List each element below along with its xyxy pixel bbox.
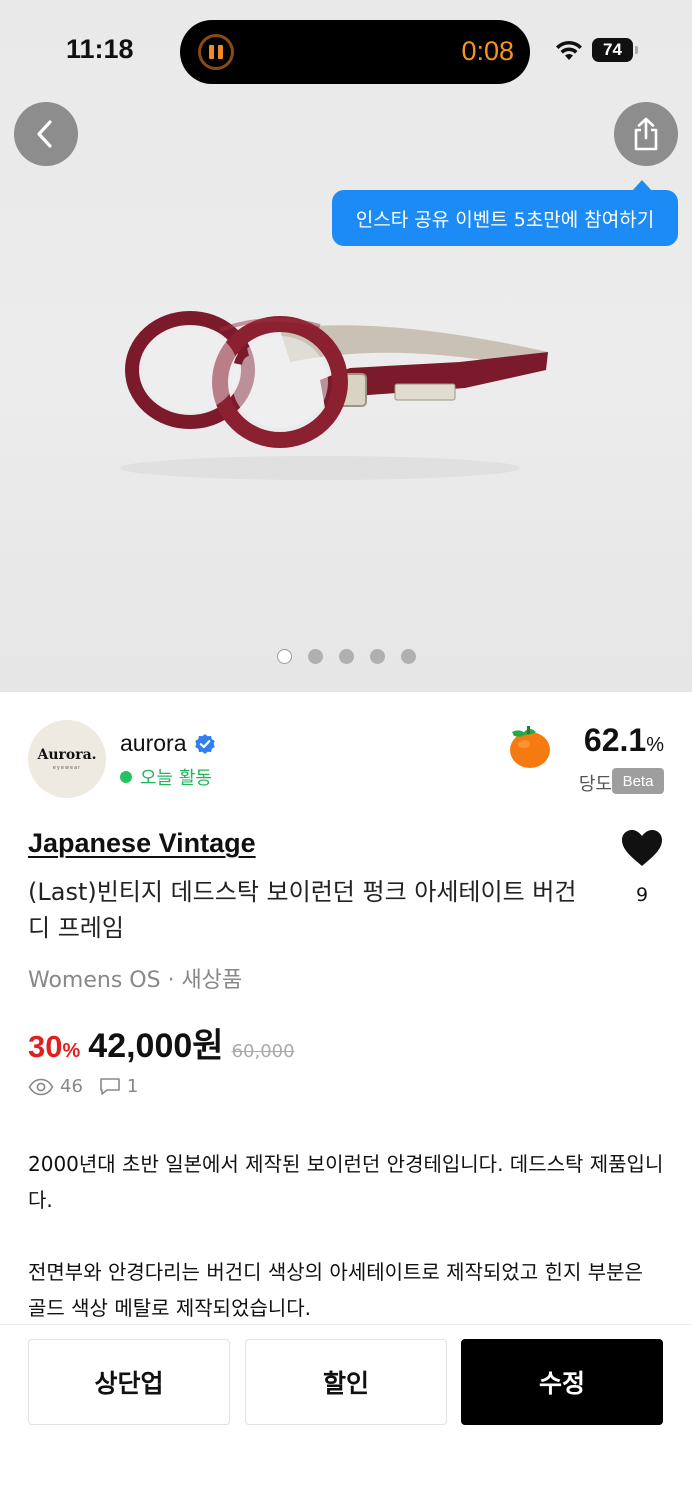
share-button[interactable]: [614, 102, 678, 166]
sweetness-value: 62.1%: [583, 722, 664, 758]
persimmon-icon: [510, 726, 550, 768]
description-paragraph: 2000년대 초반 일본에서 제작된 보이런던 안경테입니다. 데드스탁 제품입…: [28, 1152, 664, 1212]
carousel-dot[interactable]: [400, 649, 416, 664]
carousel-dot[interactable]: [276, 649, 292, 664]
view-count: 46: [60, 1076, 83, 1097]
back-icon: [37, 120, 52, 148]
discount-button[interactable]: 할인: [245, 1339, 447, 1425]
recording-timer: 0:08: [461, 36, 514, 66]
activity-label: 오늘 활동: [140, 768, 212, 789]
bump-button[interactable]: 상단업: [28, 1339, 230, 1425]
bottom-action-bar: 상단업 할인 수정: [0, 1324, 692, 1500]
verified-badge-icon: [195, 733, 216, 754]
carousel-indicator: [0, 649, 692, 665]
avatar-sub-text: eyewear: [52, 765, 82, 771]
product-photo-glasses: [120, 311, 548, 480]
status-bar: 11:18 0:08 74: [0, 0, 692, 100]
original-price: 60,000: [231, 1041, 295, 1062]
back-button[interactable]: [14, 102, 78, 166]
edit-button[interactable]: 수정: [461, 1339, 663, 1425]
product-image-carousel[interactable]: 11:18 0:08 74 인스타 공유 이벤트 5초만에 참여하기: [0, 0, 692, 692]
dynamic-island[interactable]: 0:08: [180, 20, 530, 84]
beta-badge: Beta: [612, 768, 664, 794]
seller-avatar[interactable]: Aurora. eyewear: [28, 720, 106, 798]
like-count: 9: [635, 884, 649, 906]
status-time: 11:18: [66, 34, 134, 64]
carousel-dot[interactable]: [369, 649, 385, 664]
seller-name: aurora: [120, 730, 187, 756]
seller-activity: 오늘 활동: [120, 764, 212, 790]
description-paragraph: 전면부와 안경다리는 버건디 색상의 아세테이트로 제작되었고 힌지 부분은 골…: [28, 1260, 643, 1320]
carousel-dot[interactable]: [307, 649, 323, 664]
sale-price: 42,000원: [88, 1027, 224, 1065]
avatar-brand-text: Aurora.: [37, 747, 97, 763]
brand-link[interactable]: Japanese Vintage: [28, 828, 256, 859]
wifi-icon: [556, 40, 582, 60]
seller-name-row[interactable]: aurora: [120, 730, 216, 757]
active-dot-icon: [120, 771, 132, 783]
pause-icon[interactable]: [198, 34, 234, 70]
heart-icon[interactable]: [620, 828, 664, 868]
eye-icon: [28, 1078, 54, 1095]
product-meta: Womens OS · 새상품: [28, 968, 243, 993]
share-icon: [634, 117, 658, 151]
carousel-dot[interactable]: [338, 649, 354, 664]
battery-level: 74: [592, 38, 633, 62]
discount-rate: 30%: [28, 1029, 81, 1064]
seller-section: Aurora. eyewear aurora 오늘 활동 62.1% 당도 Be…: [0, 692, 692, 812]
share-event-tooltip[interactable]: 인스타 공유 이벤트 5초만에 참여하기: [332, 180, 678, 246]
battery-icon: 74: [592, 38, 638, 62]
product-title: (Last)빈티지 데드스탁 보이런던 펑크 아세테이트 버건디 프레임: [28, 878, 577, 942]
sweetness-label: 당도: [578, 774, 612, 795]
sweetness-score[interactable]: 62.1% 당도 Beta: [504, 720, 664, 800]
comment-count: 1: [126, 1076, 139, 1097]
comment-icon: [100, 1077, 120, 1095]
product-stats: 46 1: [28, 1076, 138, 1097]
price-row: 30% 42,000원 60,000: [28, 1018, 295, 1065]
